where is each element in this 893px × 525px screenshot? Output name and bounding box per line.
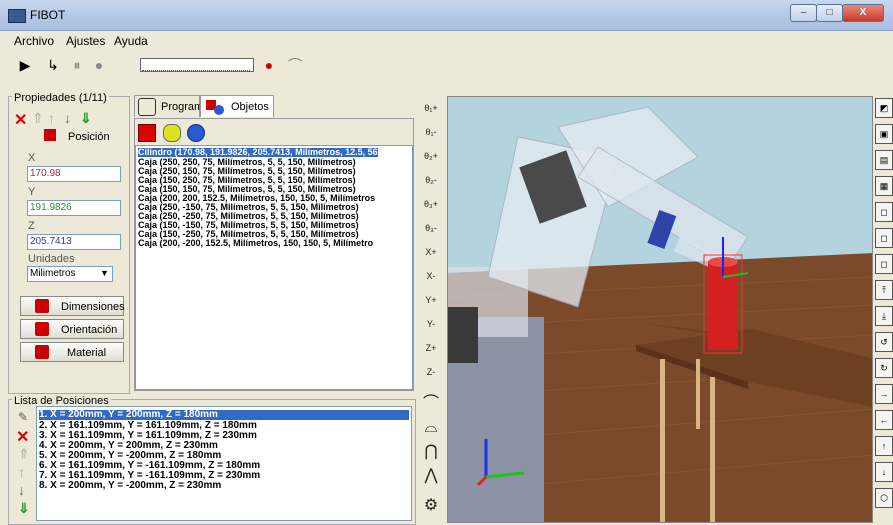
menu-ayuda[interactable]: Ayuda xyxy=(114,34,148,48)
edit-position-icon[interactable]: ✎ xyxy=(18,410,28,424)
run-program-icon[interactable]: ▶ xyxy=(14,54,36,76)
step-program-icon[interactable]: ↳ xyxy=(42,54,64,76)
position-label: Posición xyxy=(68,131,110,143)
y-minus-button[interactable]: Y- xyxy=(419,312,443,336)
jog-toolbar: θ₁+ θ₁- θ₂+ θ₂- θ₃+ θ₃- X+ X- Y+ Y- Z+ Z… xyxy=(417,96,445,523)
stop-program-icon[interactable]: ● xyxy=(88,54,110,76)
rotate-up-icon[interactable]: ⤒ xyxy=(875,280,893,300)
pause-program-icon[interactable]: ⏸ xyxy=(66,54,88,76)
pan-down-icon[interactable]: ↓ xyxy=(875,462,893,482)
program-icon xyxy=(138,98,156,116)
orientation-icon xyxy=(35,322,49,336)
joint2-plus-button[interactable]: θ₂+ xyxy=(419,144,443,168)
orientation-button[interactable]: Orientación xyxy=(20,319,124,339)
add-box-icon[interactable] xyxy=(138,124,156,142)
toolbar xyxy=(0,49,893,89)
pan-right-icon[interactable]: → xyxy=(875,384,893,404)
title-bar xyxy=(0,0,893,31)
joint2-minus-button[interactable]: θ₂- xyxy=(419,168,443,192)
menu-archivo[interactable]: Archivo xyxy=(14,34,54,48)
rotate-left-icon[interactable]: ↺ xyxy=(875,332,893,352)
chevron-down-icon[interactable]: ▼ xyxy=(100,268,109,278)
z-plus-button[interactable]: Z+ xyxy=(419,336,443,360)
objects-list[interactable]: Cilindro (170.98, 191.9826, 205.7413, Mi… xyxy=(135,145,413,390)
view-front-icon[interactable]: ▣ xyxy=(875,124,893,144)
objects-icon-sphere xyxy=(214,105,224,115)
move-top-icon[interactable]: ⇑ xyxy=(18,446,30,463)
dimensions-button[interactable]: Dimensiones xyxy=(20,296,125,316)
maximize-button[interactable]: □ xyxy=(816,4,843,22)
pan-up-icon[interactable]: ↑ xyxy=(875,436,893,456)
list-item[interactable]: 8. X = 200mm, Y = -200mm, Z = 230mm xyxy=(39,481,221,491)
rotate-down-icon[interactable]: ⤓ xyxy=(875,306,893,326)
app-icon xyxy=(8,9,26,23)
delete-position-icon[interactable]: ✕ xyxy=(16,427,29,447)
base-servo xyxy=(448,307,478,363)
joint3-plus-button[interactable]: θ₃+ xyxy=(419,192,443,216)
y-label: Y xyxy=(28,186,36,198)
minimize-button[interactable]: – xyxy=(790,4,817,22)
scene-svg xyxy=(448,97,872,522)
move-top-icon[interactable]: ⇑ xyxy=(32,110,44,127)
gripper-icon[interactable]: ⌒ xyxy=(284,54,306,76)
x-minus-button[interactable]: X- xyxy=(419,264,443,288)
y-field[interactable]: 191.9826 xyxy=(27,200,121,216)
material-button[interactable]: Material xyxy=(20,342,124,362)
list-item[interactable]: Cilindro (170.98, 191.9826, 205.7413, Mi… xyxy=(138,148,378,157)
table-leg xyxy=(660,359,665,522)
menu-ajustes[interactable]: Ajustes xyxy=(66,34,105,48)
position-icon xyxy=(44,129,56,141)
joint1-plus-button[interactable]: θ₁+ xyxy=(419,96,443,120)
gripper-rotate-back-icon[interactable]: ⌓ xyxy=(419,416,443,440)
z-minus-button[interactable]: Z- xyxy=(419,360,443,384)
pan-left-icon[interactable]: ← xyxy=(875,410,893,430)
x-label: X xyxy=(28,152,36,164)
view-top-icon[interactable]: ▦ xyxy=(875,176,893,196)
cube-right-icon[interactable]: ◻ xyxy=(875,254,893,274)
view-toolbar: ◩ ▣ ▤ ▦ ◻ ◻ ◻ ⤒ ⤓ ↺ ↻ → ← ↑ ↓ ⬡ xyxy=(874,96,893,523)
gripper-rotate-icon[interactable]: ⌒ xyxy=(419,392,443,416)
gripper-close-icon[interactable]: ⋂ xyxy=(419,440,443,464)
close-button[interactable]: X xyxy=(842,4,884,22)
move-bottom-icon[interactable]: ⇓ xyxy=(18,500,30,517)
brush-icon xyxy=(35,345,49,359)
list-item[interactable]: 1. X = 200mm, Y = 200mm, Z = 180mm xyxy=(39,410,409,420)
zoom-icon[interactable]: ⬡ xyxy=(875,488,893,508)
view-perspective-icon[interactable]: ◩ xyxy=(875,98,893,118)
add-cylinder-icon[interactable] xyxy=(163,124,181,142)
move-up-icon[interactable]: ↑ xyxy=(48,110,55,126)
positions-list[interactable]: 1. X = 200mm, Y = 200mm, Z = 180mm 2. X … xyxy=(36,406,412,521)
add-sphere-icon[interactable] xyxy=(187,124,205,142)
list-item[interactable]: Caja (200, -200, 152.5, Milímetros, 150,… xyxy=(138,239,373,248)
properties-title: Propiedades (1/11) xyxy=(12,92,109,104)
y-plus-button[interactable]: Y+ xyxy=(419,288,443,312)
home-icon[interactable]: ⚙ xyxy=(419,494,443,518)
gripper-open-icon[interactable]: ⋀ xyxy=(419,464,443,488)
window-title: FIBOT xyxy=(30,8,66,22)
units-label: Unidades xyxy=(28,253,75,265)
box-icon xyxy=(35,299,49,313)
delete-icon[interactable]: ✕ xyxy=(14,110,27,130)
table-leg xyxy=(696,359,700,429)
joint1-minus-button[interactable]: θ₁- xyxy=(419,120,443,144)
z-label: Z xyxy=(28,220,35,232)
apple-icon[interactable]: ● xyxy=(258,54,280,76)
move-down-icon[interactable]: ↓ xyxy=(64,110,71,126)
joint3-minus-button[interactable]: θ₃- xyxy=(419,216,443,240)
move-up-icon[interactable]: ↑ xyxy=(18,464,25,480)
z-field[interactable]: 205.7413 xyxy=(27,234,121,250)
x-plus-button[interactable]: X+ xyxy=(419,240,443,264)
x-field[interactable]: 170.98 xyxy=(27,166,121,182)
view-side-icon[interactable]: ▤ xyxy=(875,150,893,170)
cube-front-icon[interactable]: ◻ xyxy=(875,202,893,222)
move-bottom-icon[interactable]: ⇓ xyxy=(80,110,92,127)
cube-left-icon[interactable]: ◻ xyxy=(875,228,893,248)
move-down-icon[interactable]: ↓ xyxy=(18,482,25,498)
table-leg xyxy=(710,377,715,522)
3d-viewport[interactable] xyxy=(447,96,873,523)
speed-slider-ticks xyxy=(142,68,250,71)
rotate-right-icon[interactable]: ↻ xyxy=(875,358,893,378)
